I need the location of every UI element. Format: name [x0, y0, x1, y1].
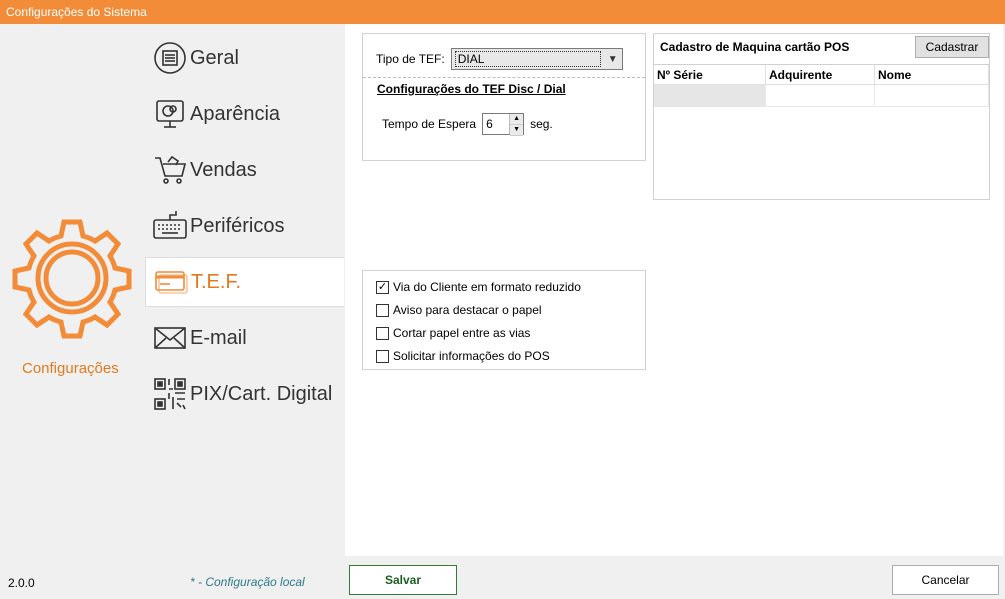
register-pos-button[interactable]: Cadastrar — [915, 36, 989, 58]
sidebar-item-vendas[interactable]: Vendas — [145, 145, 344, 195]
column-header[interactable]: Adquirente — [766, 65, 875, 84]
option-cut-paper[interactable]: Cortar papel entre as vias — [376, 326, 530, 340]
column-header[interactable]: Nº Série — [654, 65, 766, 84]
tef-type-value: DIAL — [454, 51, 601, 67]
checkbox[interactable] — [376, 349, 389, 363]
print-options-group: ✓ Via do Cliente em formato reduzido Avi… — [362, 270, 646, 370]
tef-section-title: Configurações do TEF Disc / Dial — [377, 82, 566, 96]
sidebar-item-email[interactable]: E-mail — [145, 313, 344, 363]
qr-code-icon — [150, 374, 190, 414]
wait-time-unit: seg. — [530, 117, 553, 131]
grid-cell[interactable] — [766, 85, 875, 106]
sidebar-item-geral[interactable]: Geral — [145, 33, 344, 83]
sidebar-item-aparencia[interactable]: Aparência — [145, 89, 344, 139]
pos-title: Cadastro de Maquina cartão POS — [660, 40, 850, 54]
stepper-up-icon[interactable]: ▲ — [510, 114, 524, 125]
option-label: Cortar papel entre as vias — [393, 326, 531, 340]
envelope-icon — [150, 318, 190, 358]
keyboard-icon — [150, 206, 190, 246]
cancel-button[interactable]: Cancelar — [892, 565, 999, 595]
table-row[interactable] — [654, 85, 989, 107]
option-label: Aviso para destacar o papel — [393, 303, 542, 317]
grid-cell[interactable] — [875, 85, 989, 106]
sidebar-item-pix[interactable]: PIX/Cart. Digital — [145, 369, 344, 419]
sidebar-item-label: Vendas — [190, 158, 257, 181]
window-title: Configurações do Sistema — [0, 0, 1005, 24]
version-label: 2.0.0 — [8, 576, 35, 590]
sidebar-header-label: Configurações — [22, 360, 119, 377]
option-reduced-copy[interactable]: ✓ Via do Cliente em formato reduzido — [376, 280, 581, 294]
option-label: Via do Cliente em formato reduzido — [393, 280, 581, 294]
sidebar-item-label: T.E.F. — [191, 270, 242, 293]
pos-grid: Nº Série Adquirente Nome — [654, 64, 989, 107]
save-button[interactable]: Salvar — [349, 565, 457, 595]
footer-bar — [1, 556, 1004, 598]
grid-cell[interactable] — [654, 85, 766, 106]
chevron-down-icon: ▼ — [607, 53, 618, 65]
sidebar-item-tef[interactable]: T.E.F. — [145, 257, 344, 307]
wait-time-value: 6 — [486, 117, 493, 131]
settings-gear-icon — [12, 219, 132, 339]
option-detach-warning[interactable]: Aviso para destacar o papel — [376, 303, 542, 317]
grid-header: Nº Série Adquirente Nome — [654, 64, 989, 85]
checkbox[interactable] — [376, 326, 389, 340]
local-config-note: * - Configuração local — [190, 575, 305, 589]
pos-register-group: Cadastro de Maquina cartão POS Cadastrar… — [653, 33, 990, 200]
checkbox[interactable] — [376, 303, 389, 317]
wait-time-label: Tempo de Espera — [382, 117, 477, 131]
column-header[interactable]: Nome — [875, 65, 989, 84]
stepper-down-icon[interactable]: ▼ — [510, 125, 524, 136]
cart-icon — [150, 150, 190, 190]
tef-type-select[interactable]: DIAL ▼ — [450, 48, 623, 70]
sidebar-item-label: E-mail — [190, 326, 247, 349]
settings-list-icon — [150, 38, 190, 78]
tef-config-group: Tipo de TEF: DIAL ▼ Configurações do TEF… — [362, 33, 646, 161]
sidebar-item-label: PIX/Cart. Digital — [190, 382, 333, 405]
divider — [363, 77, 645, 78]
option-label: Solicitar informações do POS — [393, 349, 550, 363]
checkbox-checked[interactable]: ✓ — [376, 280, 389, 294]
sidebar-item-label: Geral — [190, 46, 239, 69]
credit-card-icon — [151, 262, 191, 302]
sidebar-item-perifericos[interactable]: Periféricos — [145, 201, 344, 251]
sidebar-item-label: Aparência — [190, 102, 281, 125]
option-request-pos-info[interactable]: Solicitar informações do POS — [376, 349, 550, 363]
monitor-palette-icon — [150, 94, 190, 134]
sidebar-item-label: Periféricos — [190, 214, 285, 237]
wait-time-stepper[interactable]: 6 ▲ ▼ — [482, 113, 525, 136]
tef-type-label: Tipo de TEF: — [376, 52, 445, 66]
